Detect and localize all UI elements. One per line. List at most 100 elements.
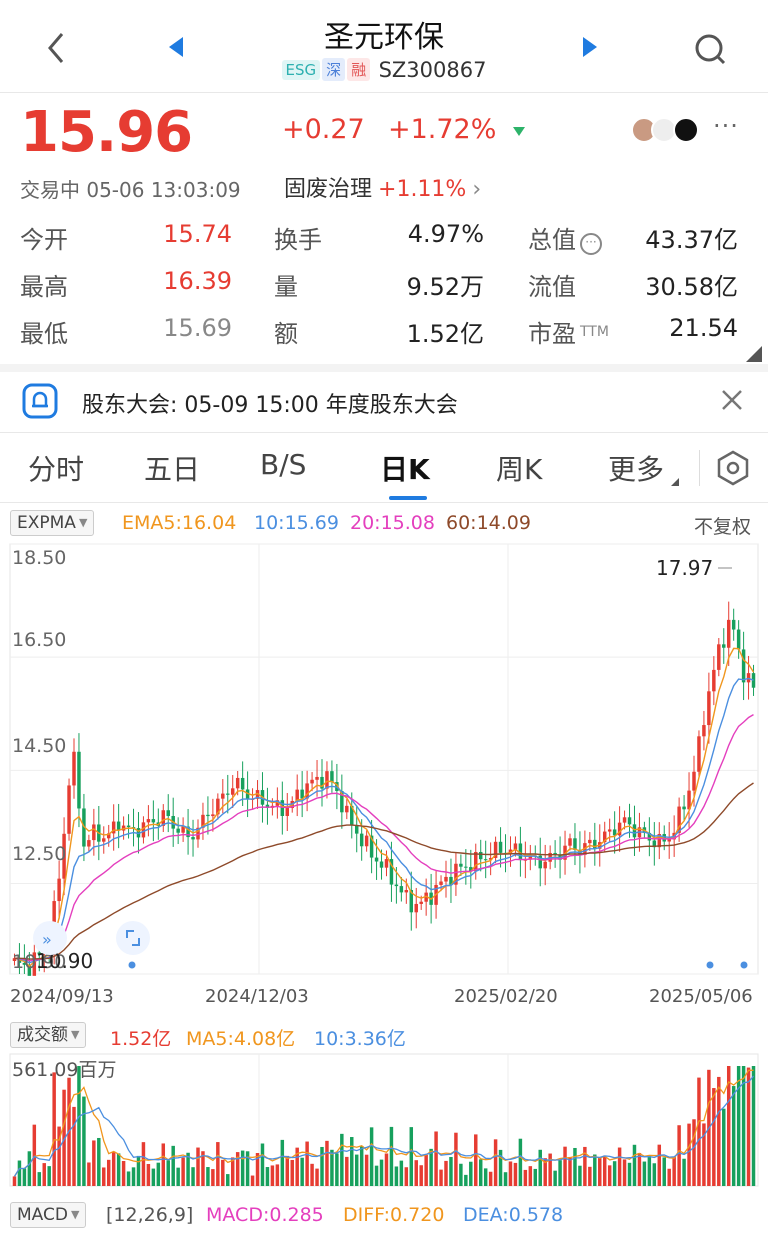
- volume-bar: [607, 1165, 612, 1186]
- indicator-name: 成交额: [17, 1025, 68, 1045]
- candle-body: [712, 669, 716, 692]
- settings-icon[interactable]: [716, 450, 750, 486]
- candle-body: [87, 840, 91, 847]
- volume-bar: [340, 1133, 344, 1186]
- volume-bar: [434, 1131, 438, 1186]
- volume-bar: [469, 1161, 473, 1186]
- event-marker[interactable]: [740, 961, 748, 969]
- stat-label: 换手: [274, 226, 322, 254]
- volume-bar: [667, 1168, 671, 1186]
- volume-bar: [712, 1088, 716, 1186]
- candle-body: [310, 779, 314, 784]
- volume-bar: [627, 1162, 632, 1186]
- volume-bar: [692, 1119, 696, 1186]
- volume-bar: [121, 1160, 126, 1186]
- volume-bar: [330, 1149, 334, 1186]
- candle-body: [593, 839, 597, 849]
- close-icon[interactable]: [718, 386, 746, 414]
- search-icon[interactable]: [692, 30, 728, 70]
- candle-body: [543, 861, 547, 869]
- announcement-icon: [22, 383, 58, 419]
- candle-body: [607, 829, 612, 832]
- candle-body: [707, 691, 711, 726]
- stat-value: 15.69: [163, 314, 232, 342]
- chart-tabs: 分时 五日 B/S 日K 周K 更多: [0, 434, 768, 502]
- volume-bar: [300, 1157, 304, 1186]
- volume-bar: [22, 1168, 27, 1186]
- candle-body: [682, 806, 686, 810]
- candle-body: [439, 881, 443, 885]
- stat-value: 43.37亿: [645, 226, 738, 254]
- candle-body: [240, 777, 245, 790]
- volume-bar: [87, 1162, 91, 1186]
- trend-arrow-icon: [513, 127, 525, 136]
- esg-tag[interactable]: ESG: [281, 60, 321, 80]
- volume-bar: [27, 1151, 32, 1186]
- candle-body: [102, 838, 106, 842]
- chevron-right-icon: ›: [472, 177, 482, 202]
- stat-label[interactable]: 总值 ···: [528, 220, 602, 255]
- divider: [0, 92, 768, 93]
- volume-bar: [622, 1159, 627, 1186]
- volume-bar: [136, 1155, 141, 1186]
- active-tab-indicator: [389, 496, 427, 500]
- volume-max-label: 561.09百万: [12, 1059, 116, 1081]
- candle-body: [325, 771, 329, 789]
- next-stock-icon[interactable]: [582, 36, 598, 58]
- indicator-selector[interactable]: EXPMA ▼: [10, 510, 95, 536]
- volume-bar: [221, 1159, 225, 1186]
- candle-body: [736, 629, 741, 650]
- notice-banner[interactable]: 股东大会: 05-09 15:00 年度股东大会: [0, 372, 768, 432]
- macd-indicator-selector[interactable]: MACD ▼: [10, 1202, 87, 1228]
- dea-value: DEA:0.578: [463, 1204, 564, 1226]
- volume-bar: [717, 1076, 721, 1186]
- collapse-icon[interactable]: »: [33, 921, 67, 955]
- margin-tag: 融: [347, 58, 371, 81]
- candle-body: [667, 839, 671, 842]
- volume-bar: [478, 1159, 483, 1186]
- tab-five-day[interactable]: 五日: [144, 448, 200, 488]
- volume-bar: [483, 1168, 488, 1186]
- stock-tags: ESG 深融 SZ300867: [0, 58, 768, 82]
- dropdown-icon: ▼: [71, 1028, 80, 1041]
- tab-intraday[interactable]: 分时: [28, 448, 84, 488]
- volume-bar: [354, 1154, 359, 1186]
- info-icon[interactable]: ···: [580, 233, 602, 255]
- volume-chart[interactable]: 561.09百万: [0, 1052, 768, 1188]
- candle-body: [315, 776, 319, 780]
- volume-indicator-selector[interactable]: 成交额 ▼: [10, 1022, 87, 1048]
- nav-bar: 圣元环保 ESG 深融 SZ300867: [0, 0, 768, 92]
- candle-body: [746, 673, 751, 683]
- candle-body: [419, 901, 423, 904]
- sector-change: +1.11%: [378, 177, 467, 202]
- period-high-label: 17.97: [656, 556, 713, 580]
- follower-avatars[interactable]: [631, 117, 711, 145]
- event-marker[interactable]: [128, 961, 136, 969]
- candle-body: [474, 851, 478, 872]
- divider: [0, 502, 768, 503]
- sector-link[interactable]: 固废治理 +1.11% ›: [284, 171, 481, 203]
- volume-bar: [553, 1170, 557, 1186]
- candle-body: [459, 863, 463, 867]
- more-options-icon[interactable]: ···: [713, 112, 739, 140]
- candle-body: [384, 859, 389, 868]
- tab-more[interactable]: 更多: [608, 448, 664, 488]
- volume-bar: [364, 1154, 369, 1186]
- volume-bar: [459, 1163, 463, 1186]
- candle-body: [622, 817, 627, 823]
- ema60-value: 60:14.09: [446, 512, 531, 534]
- volume-bar: [419, 1165, 423, 1186]
- tab-daily-k[interactable]: 日K: [380, 448, 430, 488]
- adjust-mode[interactable]: 不复权: [694, 512, 751, 539]
- event-marker[interactable]: [706, 961, 714, 969]
- stat-label: 最低: [20, 320, 68, 348]
- tab-weekly-k[interactable]: 周K: [496, 448, 542, 488]
- fullscreen-icon[interactable]: [116, 921, 150, 955]
- volume-bar: [449, 1156, 453, 1186]
- kline-chart[interactable]: 18.50 16.50 14.50 12.50 10.90 17.97 10.9…: [0, 540, 768, 1010]
- volume-bar: [588, 1166, 592, 1186]
- tab-bs[interactable]: B/S: [260, 448, 306, 481]
- volume-bar: [513, 1162, 518, 1186]
- volume-bar: [151, 1168, 156, 1186]
- expand-corner-icon[interactable]: [746, 346, 762, 362]
